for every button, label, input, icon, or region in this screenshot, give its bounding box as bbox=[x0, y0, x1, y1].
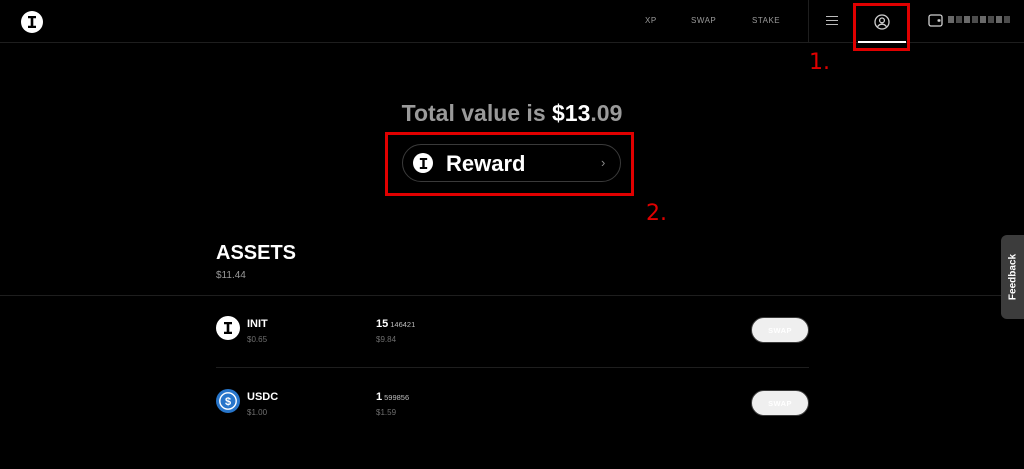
assets-title: ASSETS bbox=[216, 242, 297, 264]
asset-amount-int: 1 bbox=[376, 391, 383, 403]
reward-label: Reward bbox=[446, 151, 526, 176]
feedback-tab[interactable]: Feedback bbox=[1001, 235, 1024, 319]
annotation-label-step1: 1. bbox=[809, 50, 830, 75]
hamburger-icon[interactable] bbox=[826, 16, 838, 25]
feedback-label: Feedback bbox=[1007, 253, 1018, 301]
asset-symbol: USDC bbox=[247, 391, 279, 403]
initia-logo-icon bbox=[413, 153, 433, 173]
assets-total: $11.44 bbox=[216, 270, 246, 281]
asset-price: $0.65 bbox=[247, 335, 268, 344]
wallet-icon bbox=[928, 14, 943, 27]
swap-button[interactable]: SWAP bbox=[751, 390, 809, 416]
asset-amount: 15 146421 bbox=[376, 318, 415, 330]
usdc-token-icon: $ bbox=[216, 389, 240, 413]
swap-button[interactable]: SWAP bbox=[751, 317, 809, 343]
asset-value: $1.59 bbox=[376, 408, 397, 417]
profile-button[interactable] bbox=[858, 6, 906, 43]
reward-button[interactable]: Reward › bbox=[402, 144, 621, 182]
wallet-button[interactable] bbox=[928, 12, 1024, 32]
asset-amount-int: 15 bbox=[376, 318, 389, 330]
total-value-decimals: .09 bbox=[590, 100, 623, 126]
total-value-heading: Total value is $13.09 bbox=[0, 100, 1024, 127]
init-token-icon bbox=[216, 316, 240, 340]
asset-value: $9.84 bbox=[376, 335, 397, 344]
asset-row-init: INIT $0.65 15 146421 $9.84 SWAP bbox=[216, 316, 809, 356]
nav-link-swap[interactable]: SWAP bbox=[691, 16, 716, 25]
asset-amount: 1 599856 bbox=[376, 391, 409, 403]
wallet-address-redacted bbox=[948, 16, 1010, 23]
top-nav: XP SWAP STAKE bbox=[0, 0, 1024, 43]
user-circle-icon bbox=[874, 14, 890, 30]
asset-amount-decimals: 599856 bbox=[384, 393, 410, 402]
nav-link-xp[interactable]: XP bbox=[645, 16, 657, 25]
total-value-prefix: Total value is bbox=[401, 100, 553, 126]
total-value-amount: $13 bbox=[552, 100, 591, 126]
asset-amount-decimals: 146421 bbox=[390, 320, 416, 329]
nav-divider bbox=[808, 0, 809, 43]
annotation-label-step2: 2. bbox=[646, 201, 667, 226]
asset-row-usdc: $ USDC $1.00 1 599856 $1.59 SWAP bbox=[216, 389, 809, 429]
divider bbox=[216, 367, 809, 368]
asset-price: $1.00 bbox=[247, 408, 268, 417]
svg-text:$: $ bbox=[225, 396, 231, 408]
chevron-right-icon: › bbox=[601, 155, 606, 170]
divider bbox=[0, 295, 1024, 296]
initia-logo-icon[interactable] bbox=[21, 11, 43, 33]
nav-link-stake[interactable]: STAKE bbox=[752, 16, 780, 25]
asset-symbol: INIT bbox=[247, 318, 268, 330]
active-tab-indicator bbox=[858, 41, 906, 43]
